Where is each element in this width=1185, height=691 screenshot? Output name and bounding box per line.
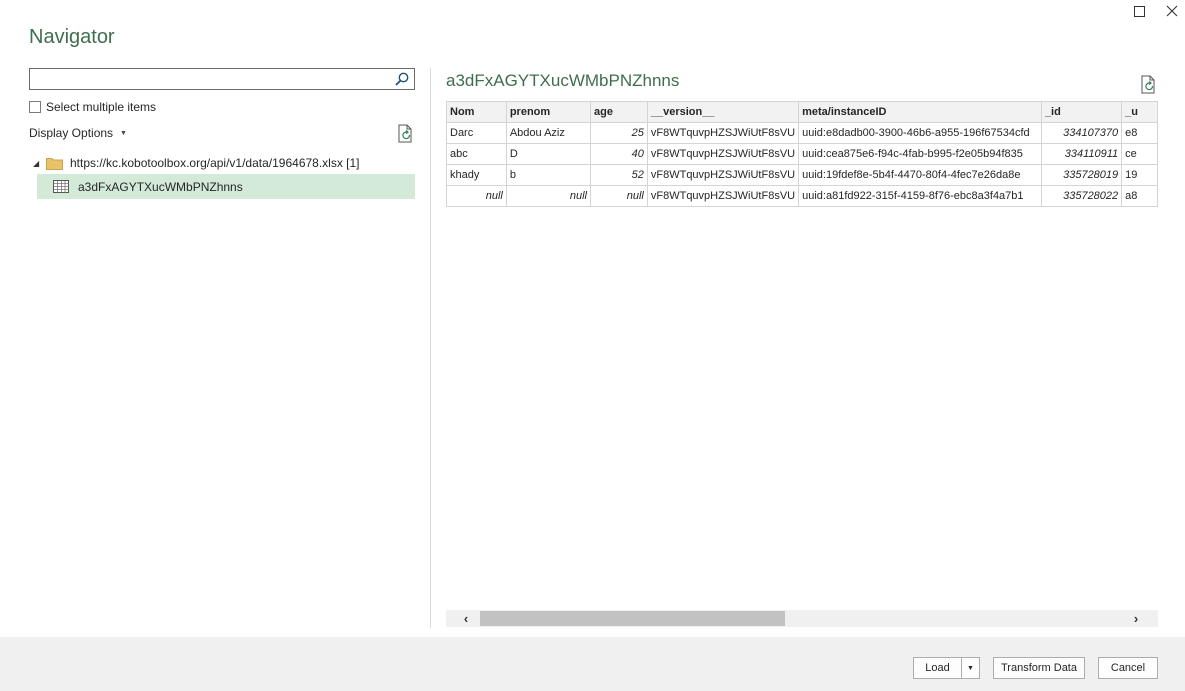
preview-grid: Nom prenom age __version__ meta/instance… (446, 101, 1158, 209)
column-header[interactable]: __version__ (646, 101, 800, 123)
table-cell: 334110911 (1040, 143, 1123, 165)
scroll-right-icon[interactable]: › (1126, 610, 1146, 627)
table-cell: vF8WTquvpHZSJWiUtF8sVU (646, 164, 800, 186)
table-cell: khady (446, 164, 507, 186)
preview-title: a3dFxAGYTXucWMbPNZhnns (446, 71, 680, 90)
table-cell: ce (1121, 143, 1158, 165)
preview-table: Nom prenom age __version__ meta/instance… (446, 101, 1158, 207)
table-cell: null (505, 185, 592, 207)
table-cell: 19 (1121, 164, 1158, 186)
display-options-button[interactable]: Display Options ▼ (29, 126, 127, 140)
table-cell: vF8WTquvpHZSJWiUtF8sVU (646, 185, 800, 207)
table-cell: uuid:cea875e6-f94c-4fab-b995-f2e05b94f83… (798, 143, 1042, 165)
tree-folder-node[interactable]: ◢ https://kc.kobotoolbox.org/api/v1/data… (29, 152, 415, 174)
search-input[interactable] (30, 69, 390, 89)
expand-triangle-icon[interactable]: ◢ (33, 159, 43, 168)
load-dropdown-icon[interactable]: ▼ (961, 657, 980, 679)
table-cell: e8 (1121, 122, 1158, 144)
table-cell: 52 (590, 164, 648, 186)
table-icon (53, 180, 69, 193)
table-cell: uuid:e8dadb00-3900-46b6-a955-196f67534cf… (798, 122, 1042, 144)
select-multiple-checkbox[interactable] (29, 101, 41, 113)
caret-down-icon: ▼ (120, 129, 127, 137)
column-header[interactable]: prenom (505, 101, 592, 123)
table-cell: a8 (1121, 185, 1158, 207)
load-button[interactable]: Load (913, 657, 962, 679)
table-cell: vF8WTquvpHZSJWiUtF8sVU (646, 143, 800, 165)
table-cell: 334107370 (1040, 122, 1123, 144)
horizontal-scrollbar[interactable]: ‹ › (446, 610, 1158, 627)
display-options-label: Display Options (29, 126, 114, 140)
tree-folder-label: https://kc.kobotoolbox.org/api/v1/data/1… (70, 156, 360, 170)
navigator-window: Navigator Select multiple items Display … (0, 0, 1185, 691)
table-row: Darc Abdou Aziz 25 vF8WTquvpHZSJWiUtF8sV… (446, 122, 1158, 144)
transform-data-button[interactable]: Transform Data (993, 657, 1085, 679)
table-header-row: Nom prenom age __version__ meta/instance… (446, 101, 1158, 123)
maximize-icon[interactable] (1130, 2, 1148, 20)
table-row: abc D 40 vF8WTquvpHZSJWiUtF8sVU uuid:cea… (446, 143, 1158, 165)
table-cell: 335728019 (1040, 164, 1123, 186)
column-header[interactable]: Nom (446, 101, 507, 123)
cancel-button[interactable]: Cancel (1098, 657, 1158, 679)
folder-icon (46, 157, 63, 170)
select-multiple-items[interactable]: Select multiple items (29, 100, 156, 114)
search-icon[interactable] (394, 71, 410, 87)
table-cell: 335728022 (1040, 185, 1123, 207)
refresh-icon[interactable] (397, 124, 415, 144)
table-row: khady b 52 vF8WTquvpHZSJWiUtF8sVU uuid:1… (446, 164, 1158, 186)
pane-divider[interactable] (430, 68, 431, 628)
table-cell: D (505, 143, 592, 165)
table-cell: b (505, 164, 592, 186)
close-icon[interactable] (1163, 2, 1181, 20)
table-cell: 25 (590, 122, 648, 144)
table-cell: uuid:a81fd922-315f-4159-8f76-ebc8a3f4a7b… (798, 185, 1042, 207)
table-cell: Abdou Aziz (505, 122, 592, 144)
table-cell: vF8WTquvpHZSJWiUtF8sVU (646, 122, 800, 144)
table-cell: null (446, 185, 507, 207)
table-cell: Darc (446, 122, 507, 144)
search-box[interactable] (29, 68, 415, 90)
dialog-footer: Load ▼ Transform Data Cancel (0, 637, 1185, 691)
table-cell: 40 (590, 143, 648, 165)
column-header[interactable]: age (590, 101, 648, 123)
table-row: null null null vF8WTquvpHZSJWiUtF8sVU uu… (446, 185, 1158, 207)
tree-item-label: a3dFxAGYTXucWMbPNZhnns (78, 179, 243, 194)
refresh-preview-icon[interactable] (1140, 75, 1158, 95)
table-cell: null (590, 185, 648, 207)
table-cell: abc (446, 143, 507, 165)
scrollbar-thumb[interactable] (480, 611, 785, 626)
column-header[interactable]: _u (1121, 101, 1158, 123)
scroll-left-icon[interactable]: ‹ (456, 610, 476, 627)
select-multiple-label: Select multiple items (46, 100, 157, 114)
window-title: Navigator (29, 26, 115, 48)
navigator-tree: ◢ https://kc.kobotoolbox.org/api/v1/data… (29, 152, 415, 199)
table-cell: uuid:19fdef8e-5b4f-4470-80f4-4fec7e26da8… (798, 164, 1042, 186)
column-header[interactable]: meta/instanceID (798, 101, 1042, 123)
tree-item-table[interactable]: a3dFxAGYTXucWMbPNZhnns (37, 174, 415, 199)
column-header[interactable]: _id (1040, 101, 1123, 123)
